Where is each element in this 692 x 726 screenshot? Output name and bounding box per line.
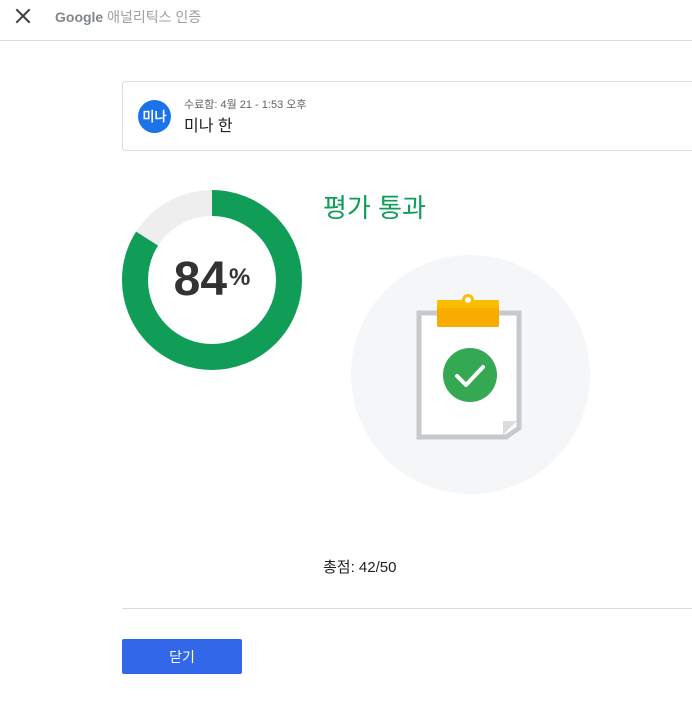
brand-name: Google	[55, 9, 104, 25]
avatar: 미나	[138, 100, 171, 133]
submitted-timestamp: 수료함: 4월 21 - 1:53 오후	[184, 99, 307, 111]
percent-sign: %	[229, 264, 251, 291]
close-button[interactable]: 닫기	[122, 639, 242, 674]
top-bar: Google 애널리틱스 인증	[0, 0, 692, 41]
app-title: Google 애널리틱스 인증	[55, 7, 201, 27]
app-title-suffix: 애널리틱스 인증	[107, 9, 202, 25]
total-score: 총점: 42/50	[323, 559, 397, 576]
clipboard-check-icon	[351, 255, 590, 494]
score-percentage: 84%	[122, 252, 302, 308]
result-status-title: 평가 통과	[323, 193, 426, 223]
user-name: 미나 한	[184, 118, 233, 135]
divider	[122, 608, 692, 609]
score-number: 84	[173, 253, 228, 306]
close-icon[interactable]	[10, 3, 36, 29]
submission-card: 미나 수료함: 4월 21 - 1:53 오후 미나 한	[122, 81, 692, 151]
